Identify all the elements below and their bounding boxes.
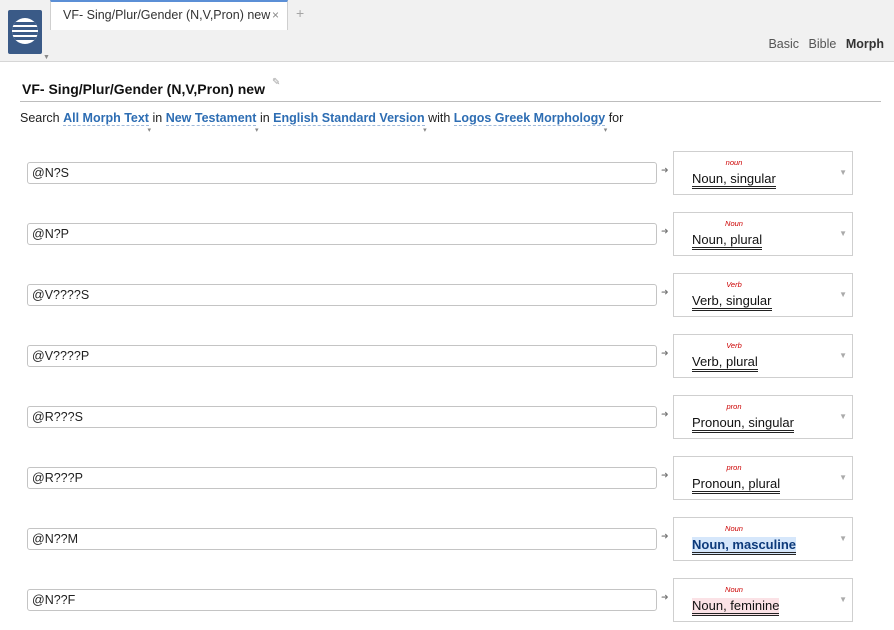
result-tag: Noun (725, 585, 743, 594)
chevron-down-icon[interactable]: ▼ (839, 168, 847, 177)
result-dropdown[interactable]: Noun Noun, plural ▼ (673, 212, 853, 256)
query-row-5: ➜ pron Pronoun, singular ▼ (0, 395, 894, 439)
morphology-dropdown[interactable]: Logos Greek Morphology (453, 111, 606, 126)
morph-query-input[interactable] (27, 223, 657, 245)
result-label: Noun, singular (692, 171, 776, 189)
tab-search[interactable]: VF- Sing/Plur/Gender (N,V,Pron) new × (50, 0, 288, 30)
result-tag: Noun (725, 219, 743, 228)
app-logo-icon[interactable] (8, 10, 42, 54)
arrow-right-icon: ➜ (661, 165, 669, 175)
edit-title-icon[interactable]: ✎ (272, 77, 280, 88)
result-tag: pron (726, 402, 742, 411)
arrow-right-icon: ➜ (661, 348, 669, 358)
result-tag: pron (726, 463, 742, 472)
mode-bible[interactable]: Bible (809, 37, 837, 51)
title-divider (20, 101, 881, 102)
search-mode-switcher: Basic Bible Morph (762, 37, 884, 51)
result-dropdown[interactable]: noun Noun, singular ▼ (673, 151, 853, 195)
morph-query-input[interactable] (27, 284, 657, 306)
result-label: Noun, feminine (692, 598, 780, 616)
query-row-6: ➜ pron Pronoun, plural ▼ (0, 456, 894, 500)
result-dropdown[interactable]: pron Pronoun, singular ▼ (673, 395, 853, 439)
result-label: Noun, masculine (692, 537, 797, 555)
chevron-down-icon[interactable]: ▼ (839, 473, 847, 482)
search-with: with (428, 111, 451, 125)
result-dropdown[interactable]: Verb Verb, singular ▼ (673, 273, 853, 317)
arrow-right-icon: ➜ (661, 287, 669, 297)
result-label: Pronoun, singular (692, 415, 794, 433)
arrow-right-icon: ➜ (661, 409, 669, 419)
query-row-3: ➜ Verb Verb, singular ▼ (0, 273, 894, 317)
tab-title: VF- Sing/Plur/Gender (N,V,Pron) new (63, 8, 271, 22)
search-in-1: in (152, 111, 163, 125)
result-tag: Verb (726, 341, 742, 350)
scope-dropdown[interactable]: All Morph Text (63, 111, 149, 126)
chevron-down-icon[interactable]: ▼ (839, 229, 847, 238)
morph-query-input[interactable] (27, 345, 657, 367)
version-dropdown[interactable]: English Standard Version (273, 111, 425, 126)
chevron-down-icon[interactable]: ▼ (839, 595, 847, 604)
result-tag: noun (725, 158, 743, 167)
result-tag: Noun (725, 524, 743, 533)
chevron-down-icon[interactable]: ▼ (839, 412, 847, 421)
arrow-right-icon: ➜ (661, 592, 669, 602)
search-options-line: Search All Morph Text in New Testament i… (20, 111, 624, 126)
search-in-2: in (259, 111, 270, 125)
chevron-down-icon[interactable]: ▼ (839, 290, 847, 299)
morph-query-input[interactable] (27, 406, 657, 428)
result-dropdown[interactable]: Noun Noun, masculine ▼ (673, 517, 853, 561)
search-prefix: Search (20, 111, 60, 125)
chevron-down-icon[interactable]: ▼ (839, 534, 847, 543)
search-suffix: for (608, 111, 624, 125)
morph-query-input[interactable] (27, 528, 657, 550)
morph-query-input[interactable] (27, 467, 657, 489)
query-row-7: ➜ Noun Noun, masculine ▼ (0, 517, 894, 561)
result-dropdown[interactable]: Verb Verb, plural ▼ (673, 334, 853, 378)
chevron-down-icon[interactable]: ▼ (839, 351, 847, 360)
mode-basic[interactable]: Basic (768, 37, 799, 51)
morph-query-input[interactable] (27, 162, 657, 184)
result-label: Noun, plural (692, 232, 763, 250)
arrow-right-icon: ➜ (661, 226, 669, 236)
query-row-8: ➜ Noun Noun, feminine ▼ (0, 578, 894, 622)
query-row-1: ➜ noun Noun, singular ▼ (0, 151, 894, 195)
logo-menu-caret-icon[interactable]: ▼ (43, 54, 50, 61)
query-row-2: ➜ Noun Noun, plural ▼ (0, 212, 894, 256)
result-dropdown[interactable]: Noun Noun, feminine ▼ (673, 578, 853, 622)
result-dropdown[interactable]: pron Pronoun, plural ▼ (673, 456, 853, 500)
result-label: Pronoun, plural (692, 476, 781, 494)
result-label: Verb, singular (692, 293, 772, 311)
range-dropdown[interactable]: New Testament (165, 111, 257, 126)
mode-morph[interactable]: Morph (846, 37, 884, 51)
arrow-right-icon: ➜ (661, 531, 669, 541)
result-tag: Verb (726, 280, 742, 289)
tab-close-icon[interactable]: × (272, 8, 279, 22)
add-tab-icon[interactable]: + (296, 5, 304, 21)
top-bar: ▼ VF- Sing/Plur/Gender (N,V,Pron) new × … (0, 0, 894, 62)
morph-query-input[interactable] (27, 589, 657, 611)
logo-disc (12, 18, 38, 44)
arrow-right-icon: ➜ (661, 470, 669, 480)
query-row-4: ➜ Verb Verb, plural ▼ (0, 334, 894, 378)
result-label: Verb, plural (692, 354, 758, 372)
page-title: VF- Sing/Plur/Gender (N,V,Pron) new (22, 81, 265, 97)
